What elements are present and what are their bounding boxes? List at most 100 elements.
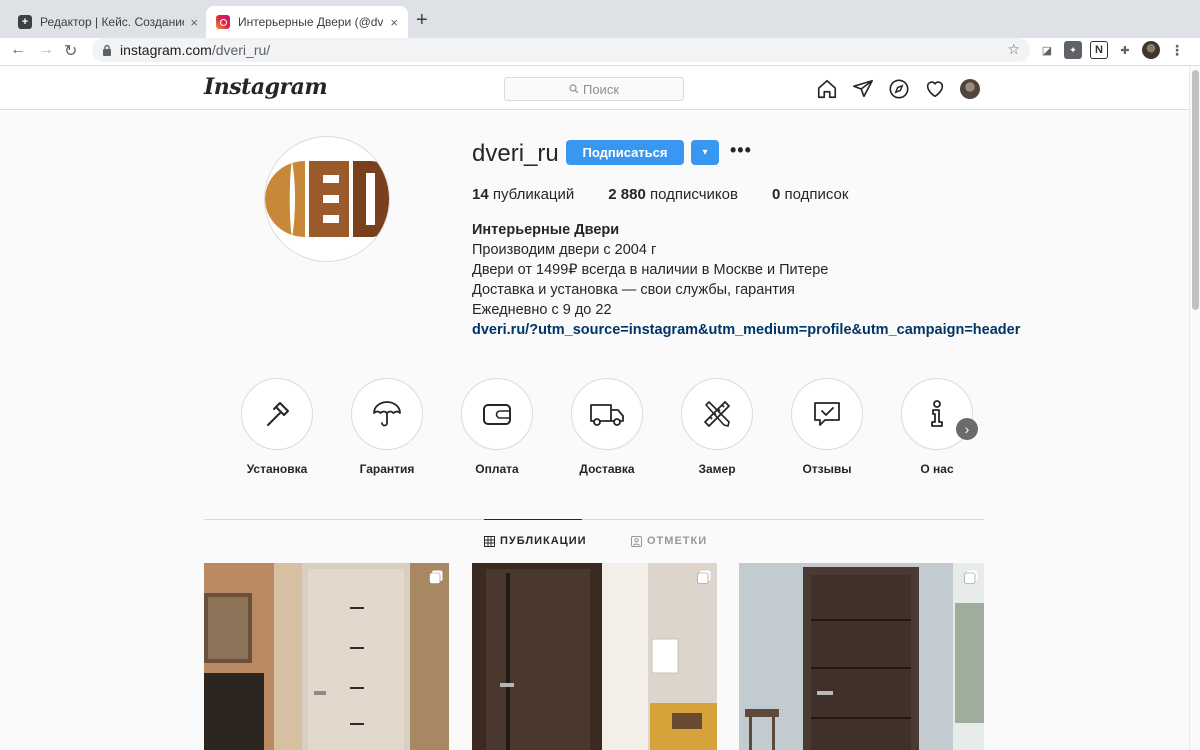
profile-username: dveri_ru (472, 140, 559, 167)
close-tab-icon[interactable]: × (390, 15, 398, 30)
followers-count[interactable]: 2 880 подписчиков (608, 186, 738, 203)
direct-send-icon[interactable] (852, 78, 874, 100)
highlight-circle (571, 378, 643, 450)
highlight-circle (461, 378, 533, 450)
highlight-item-dostavka[interactable]: Доставка (570, 378, 644, 476)
page-scrollbar[interactable] (1189, 66, 1200, 750)
post-thumbnail[interactable] (472, 563, 717, 750)
extension-icon[interactable]: ◪ (1038, 41, 1056, 59)
highlight-circle (791, 378, 863, 450)
door-photo-2 (472, 563, 717, 750)
dveri-logo-icon (265, 161, 389, 237)
highlight-circle (681, 378, 753, 450)
search-icon (569, 84, 579, 94)
bio-line: Ежедневно с 9 до 22 (472, 302, 612, 318)
instagram-header: Instagram Поиск (0, 66, 1189, 110)
forward-arrow-icon[interactable]: → (38, 41, 54, 59)
following-count[interactable]: 0 подписок (772, 186, 848, 203)
explore-compass-icon[interactable] (888, 78, 910, 100)
highlights-next-button[interactable]: › (956, 418, 978, 440)
extensions-area: ◪ ✦ N ✚ ⋮ (1038, 41, 1186, 59)
highlight-label: О нас (920, 462, 954, 476)
post-thumbnail[interactable] (204, 563, 449, 750)
instagram-logo[interactable]: Instagram (204, 74, 328, 100)
scrollbar-thumb[interactable] (1192, 70, 1199, 310)
bio-line: Двери от 1499₽ всегда в наличии в Москве… (472, 262, 829, 278)
notion-icon[interactable]: N (1090, 41, 1108, 59)
hammer-icon (267, 402, 289, 426)
back-arrow-icon[interactable]: ← (10, 41, 26, 59)
carousel-icon (964, 570, 978, 584)
tab-tagged-label: ОТМЕТКИ (647, 535, 708, 547)
tab-posts-label: ПУБЛИКАЦИИ (500, 535, 587, 547)
search-placeholder: Поиск (582, 81, 620, 97)
door-photo-3 (739, 563, 984, 750)
tabs-divider (204, 519, 984, 520)
close-tab-icon[interactable]: × (190, 15, 198, 30)
puzzle-extensions-icon[interactable]: ✚ (1116, 41, 1134, 59)
instagram-favicon-icon (216, 15, 230, 29)
tab-tagged[interactable]: ОТМЕТКИ (631, 535, 707, 547)
new-tab-button[interactable]: + (416, 9, 428, 32)
bio-line: Производим двери с 2004 г (472, 242, 657, 258)
url-host: instagram.com (120, 42, 212, 58)
tab-posts[interactable]: ПУБЛИКАЦИИ (484, 535, 587, 547)
url-path: /dveri_ru/ (211, 42, 271, 58)
heart-activity-icon[interactable] (924, 78, 946, 100)
bookmark-star-icon[interactable]: ☆ (1007, 41, 1020, 58)
highlight-circle (351, 378, 423, 450)
browser-tab-title: Редактор | Кейс. Создание и (40, 15, 185, 29)
profile-full-name: Интерьерные Двери (472, 222, 620, 238)
browser-tab-title: Интерьерные Двери (@dveri_ (238, 15, 384, 29)
grid-icon (484, 535, 495, 547)
search-input[interactable]: Поиск (504, 77, 684, 101)
browser-tabstrip: + Редактор | Кейс. Создание и × Интерьер… (0, 0, 1200, 38)
reload-icon[interactable]: ↻ (64, 41, 77, 61)
posts-count: 14 публикаций (472, 186, 575, 203)
door-photo-1 (204, 563, 449, 750)
home-icon[interactable] (816, 78, 838, 100)
address-bar[interactable]: instagram.com/dveri_ru/ ☆ (92, 38, 1030, 62)
wallet-icon (483, 404, 511, 425)
highlight-label: Отзывы (802, 462, 852, 476)
post-thumbnail[interactable] (739, 563, 984, 750)
carousel-icon (697, 570, 711, 584)
browser-toolbar: ← → ↻ instagram.com/dveri_ru/ ☆ ◪ ✦ N ✚ … (0, 38, 1200, 66)
highlight-label: Оплата (475, 462, 519, 476)
bio-line: Доставка и установка — свои службы, гара… (472, 282, 795, 298)
highlight-label: Замер (698, 462, 736, 476)
instagram-nav (816, 78, 980, 100)
highlight-item-garantiya[interactable]: Гарантия (350, 378, 424, 476)
truck-icon (590, 404, 624, 426)
browser-tab-instagram[interactable]: Интерьерные Двери (@dveri_ × (206, 6, 408, 38)
editor-favicon-icon: + (18, 15, 32, 29)
ruler-pencil-icon (704, 401, 730, 427)
highlight-label: Доставка (579, 462, 635, 476)
highlight-label: Установка (246, 462, 308, 476)
tagged-user-icon (631, 535, 642, 547)
profile-picture[interactable] (264, 136, 390, 262)
umbrella-icon (373, 401, 401, 427)
lock-icon (103, 44, 111, 56)
active-tab-indicator (484, 519, 582, 520)
profile-bio: Интерьерные Двери Производим двери с 200… (472, 220, 1020, 340)
review-bubble-icon (814, 402, 840, 426)
profile-avatar[interactable] (1142, 41, 1160, 59)
logo-left-block (265, 161, 305, 237)
more-options-button[interactable]: ••• (730, 140, 752, 161)
highlight-item-zamer[interactable]: Замер (680, 378, 754, 476)
browser-tab-editor[interactable]: + Редактор | Кейс. Создание и × (8, 6, 208, 38)
highlight-circle (241, 378, 313, 450)
highlight-item-oplata[interactable]: Оплата (460, 378, 534, 476)
info-icon (931, 400, 943, 427)
highlight-label: Гарантия (359, 462, 415, 476)
highlight-item-otzyvy[interactable]: Отзывы (790, 378, 864, 476)
user-avatar[interactable] (960, 79, 980, 99)
follow-button[interactable]: Подписаться (566, 140, 684, 165)
profile-website-link[interactable]: dveri.ru/?utm_source=instagram&utm_mediu… (472, 320, 1020, 340)
menu-dots-icon[interactable]: ⋮ (1168, 41, 1186, 59)
extension-icon[interactable]: ✦ (1064, 41, 1082, 59)
suggested-dropdown-button[interactable]: ▾ (691, 140, 719, 165)
highlight-item-ustanovka[interactable]: Установка (240, 378, 314, 476)
carousel-icon (429, 570, 443, 584)
